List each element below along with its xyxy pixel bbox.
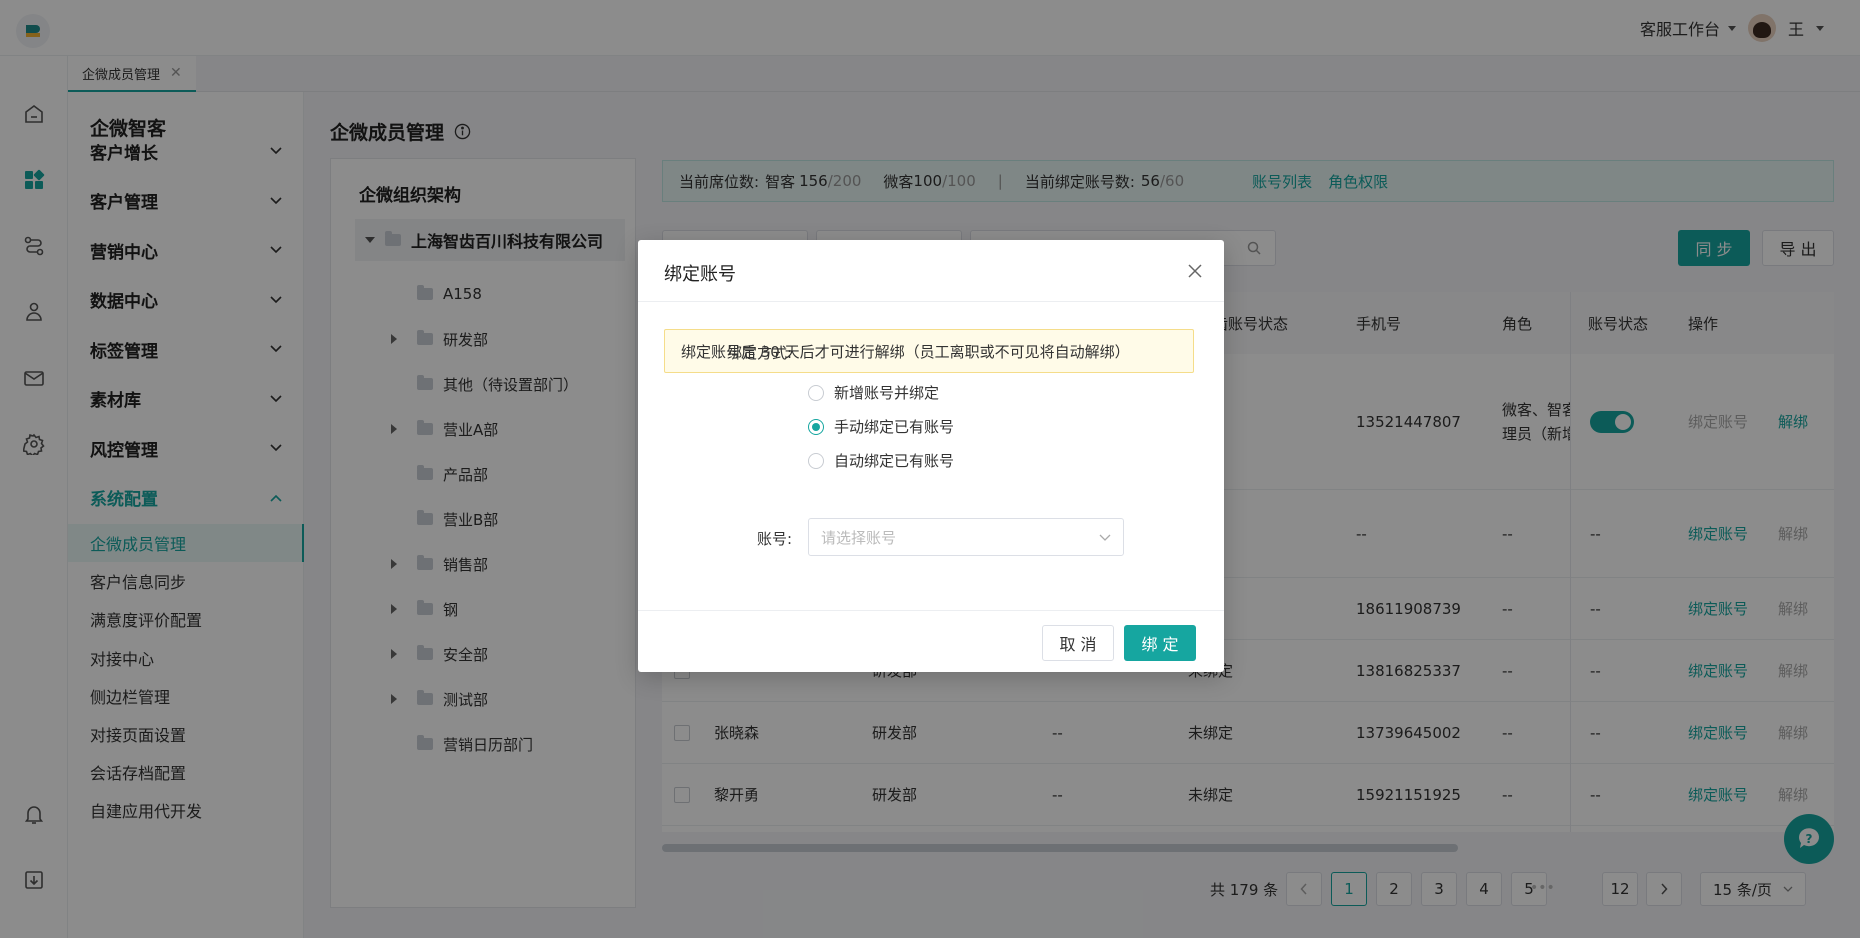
bind-method-field: 绑定方式: (672, 342, 792, 552)
cancel-button[interactable]: 取 消 (1042, 625, 1114, 661)
bind-method-radio[interactable]: 自动绑定已有账号 (808, 450, 954, 471)
bind-method-radio[interactable]: 新增账号并绑定 (808, 382, 939, 403)
dialog-title: 绑定账号 (664, 264, 736, 285)
dialog-header: 绑定账号 (638, 240, 1224, 302)
radio-circle[interactable] (808, 452, 824, 469)
bind-button[interactable]: 绑 定 (1124, 625, 1196, 661)
account-label: 账号: (756, 530, 792, 548)
bind-method-label: 绑定方式: (726, 344, 792, 362)
app-root: 客服工作台 王 企微成员管理 ✕ 企微智客 客户增长 客户管理 营销中心 数据中… (0, 0, 1860, 938)
bind-account-dialog: 绑定账号 绑定账号后 30 天后才可进行解绑（员工离职或不可见将自动解绑） 绑定… (638, 240, 1224, 672)
radio-label: 自动绑定已有账号 (834, 452, 955, 470)
radio-label: 新增账号并绑定 (834, 384, 940, 402)
dialog-footer: 取 消 绑 定 (638, 610, 1224, 672)
radio-circle[interactable] (808, 418, 824, 435)
account-select[interactable]: 请选择账号 (808, 518, 1124, 556)
account-placeholder: 请选择账号 (821, 528, 897, 547)
bind-method-radio[interactable]: 手动绑定已有账号 (808, 416, 954, 437)
chevron-down-icon (1099, 534, 1111, 541)
radio-circle[interactable] (808, 384, 824, 401)
radio-label: 手动绑定已有账号 (834, 418, 955, 436)
close-icon[interactable] (1186, 262, 1204, 280)
